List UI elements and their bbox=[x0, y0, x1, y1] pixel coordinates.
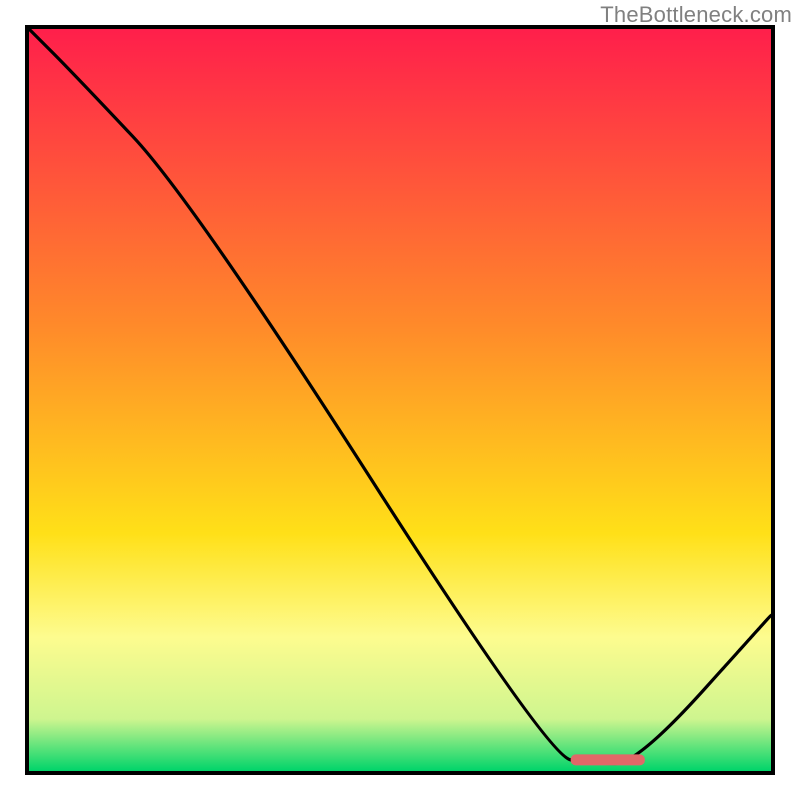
optimal-range-marker bbox=[571, 754, 645, 765]
plot-area bbox=[25, 25, 775, 775]
chart-container: TheBottleneck.com bbox=[0, 0, 800, 800]
gradient-background bbox=[29, 29, 771, 771]
chart-svg bbox=[29, 29, 771, 771]
